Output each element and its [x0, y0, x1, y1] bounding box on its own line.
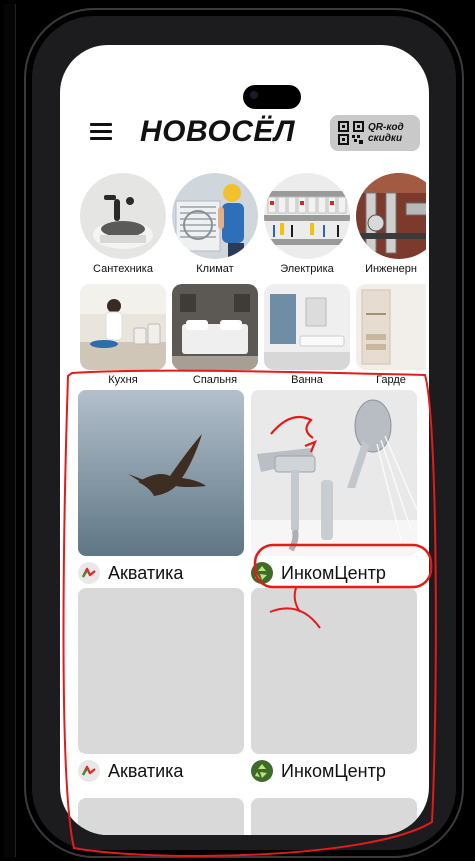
shower-photo	[251, 390, 417, 556]
category-carousel[interactable]: Сантехника Климат Электрика Инженерн	[80, 173, 429, 275]
feed-card-aquatica-1[interactable]: Акватика	[78, 390, 244, 584]
room-wardrobe[interactable]: Гарде	[356, 284, 426, 386]
qr-code-icon	[338, 121, 364, 145]
incomcenter-logo-icon	[251, 562, 273, 584]
feed-card-incomcenter-2[interactable]: ИнкомЦентр	[251, 588, 417, 782]
room-carousel[interactable]: Кухня Спальня Ванна Гарде	[80, 284, 429, 394]
hamburger-menu-icon[interactable]	[90, 123, 112, 141]
ac-installer-photo	[172, 173, 258, 259]
category-electrical[interactable]: Электрика	[264, 173, 350, 275]
app-title: НОВОСЁЛ	[140, 115, 296, 148]
bathroom-photo	[264, 284, 350, 370]
room-bedroom[interactable]: Спальня	[172, 284, 258, 386]
brand-row: ИнкомЦентр	[251, 760, 417, 782]
category-engineering[interactable]: Инженерн	[356, 173, 426, 275]
brand-row: ИнкомЦентр	[251, 562, 417, 584]
image-placeholder	[78, 798, 244, 835]
aquatica-logo-icon	[78, 562, 100, 584]
qr-label: QR-код скидки	[368, 122, 404, 144]
wardrobe-photo	[356, 284, 426, 370]
feed-card-aquatica-2[interactable]: Акватика	[78, 588, 244, 782]
bird-photo	[78, 390, 244, 556]
image-placeholder	[78, 588, 244, 754]
qr-discount-button[interactable]: QR-код скидки	[330, 115, 420, 151]
image-placeholder	[251, 588, 417, 754]
category-climate[interactable]: Климат	[172, 173, 258, 275]
left-bezel	[4, 4, 16, 857]
camera-icon	[250, 91, 258, 99]
app-screen: НОВОСЁЛ QR-код скидки Сантехника Климат …	[60, 45, 429, 835]
faucet-photo	[80, 173, 166, 259]
aquatica-logo-icon	[78, 760, 100, 782]
room-kitchen[interactable]: Кухня	[80, 284, 166, 386]
brand-row: Акватика	[78, 562, 244, 584]
room-bath[interactable]: Ванна	[264, 284, 350, 386]
category-plumbing[interactable]: Сантехника	[80, 173, 166, 275]
feed-card-partial-1	[78, 798, 244, 835]
electrical-panel-photo	[264, 173, 350, 259]
image-placeholder	[251, 798, 417, 835]
kitchen-photo	[80, 284, 166, 370]
pipes-photo	[356, 173, 426, 259]
feed-card-incomcenter-1[interactable]: ИнкомЦентр	[251, 390, 417, 584]
brand-row: Акватика	[78, 760, 244, 782]
bedroom-photo	[172, 284, 258, 370]
incomcenter-logo-icon	[251, 760, 273, 782]
feed-card-partial-2	[251, 798, 417, 835]
